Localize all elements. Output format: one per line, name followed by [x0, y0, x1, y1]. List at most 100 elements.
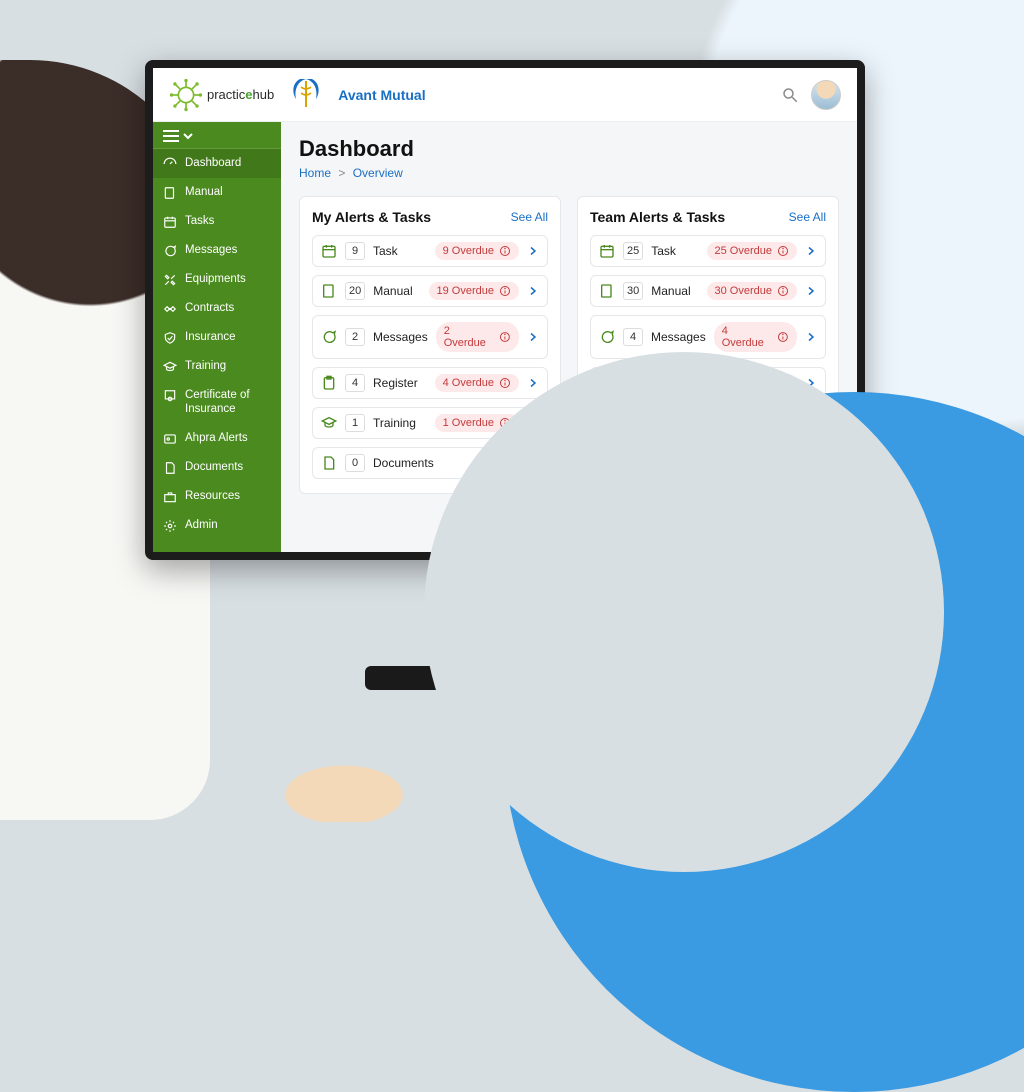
briefcase-icon: [163, 490, 177, 504]
sidebar-item-label: Contracts: [185, 301, 234, 315]
alert-row-task[interactable]: 25Task25 Overdue: [590, 235, 826, 267]
alert-count: 4: [623, 328, 643, 346]
gauge-icon: [163, 157, 177, 171]
alert-label: Training: [373, 416, 427, 430]
sidebar-item-messages[interactable]: Messages: [153, 236, 281, 265]
sidebar-item-resources[interactable]: Resources: [153, 482, 281, 511]
sidebar-item-tasks[interactable]: Tasks: [153, 207, 281, 236]
see-all-link[interactable]: See All: [511, 210, 548, 224]
calendar-icon: [321, 243, 337, 259]
sidebar-item-training[interactable]: Training: [153, 352, 281, 381]
alert-row-messages[interactable]: 2Messages2 Overdue: [312, 315, 548, 359]
chev-right: [527, 377, 539, 389]
overdue-pill: 9 Overdue: [435, 242, 519, 260]
overdue-pill: 2 Overdue: [436, 322, 519, 352]
alert-count: 30: [623, 282, 643, 300]
id-icon: [163, 432, 177, 446]
sidebar-item-ahpra-alerts[interactable]: Ahpra Alerts: [153, 424, 281, 453]
sidebar-item-manual[interactable]: Manual: [153, 178, 281, 207]
see-all-link[interactable]: See All: [789, 210, 826, 224]
info-icon: [499, 245, 511, 257]
overdue-pill: 19 Overdue: [429, 282, 519, 300]
alert-label: Manual: [373, 284, 420, 298]
calendar-icon: [163, 215, 177, 229]
chev-right: [527, 285, 539, 297]
chevron-down-icon: [183, 131, 193, 141]
sidebar-item-admin[interactable]: Admin: [153, 511, 281, 540]
alert-label: Task: [651, 244, 698, 258]
sidebar-item-label: Ahpra Alerts: [185, 431, 248, 445]
chev-right: [805, 331, 817, 343]
info-icon: [499, 285, 511, 297]
overdue-pill: 4 Overdue: [435, 374, 519, 392]
book-icon: [163, 186, 177, 200]
book-icon: [321, 283, 337, 299]
sidebar-item-label: Certificate of Insurance: [185, 388, 271, 417]
page-title: Dashboard: [299, 136, 839, 162]
search-icon[interactable]: [781, 86, 799, 104]
alert-row-manual[interactable]: 30Manual30 Overdue: [590, 275, 826, 307]
chev-right: [527, 331, 539, 343]
sidebar-item-contracts[interactable]: Contracts: [153, 294, 281, 323]
crumb-separator: >: [338, 166, 345, 180]
chat-icon: [599, 329, 615, 345]
alert-label: Messages: [373, 330, 428, 344]
sidebar-item-label: Manual: [185, 185, 223, 199]
grad-cap-icon: [163, 360, 177, 374]
hamburger-icon: [163, 130, 179, 142]
sidebar-item-dashboard[interactable]: Dashboard: [153, 149, 281, 178]
tools-icon: [163, 273, 177, 287]
sidebar-item-insurance[interactable]: Insurance: [153, 323, 281, 352]
sidebar-item-equipments[interactable]: Equipments: [153, 265, 281, 294]
alert-count: 4: [345, 374, 365, 392]
alert-count: 9: [345, 242, 365, 260]
gear-icon: [163, 519, 177, 533]
sidebar-item-documents[interactable]: Documents: [153, 453, 281, 482]
app-header: practicehub Avant Mutual: [153, 68, 857, 122]
doc-icon: [163, 461, 177, 475]
sidebar-item-label: Dashboard: [185, 156, 241, 170]
handshake-icon: [163, 302, 177, 316]
alert-row-manual[interactable]: 20 Manual 19 Overdue: [312, 275, 548, 307]
brand-text: practicehub: [207, 87, 274, 102]
shield-icon: [163, 331, 177, 345]
certificate-icon: [163, 389, 177, 403]
breadcrumb: Home > Overview: [299, 166, 839, 180]
doc-icon: [321, 455, 337, 471]
alert-count: 0: [345, 454, 365, 472]
org-crest-icon: [286, 75, 326, 115]
app-logo[interactable]: practicehub: [169, 78, 274, 112]
panel-title: My Alerts & Tasks: [312, 209, 431, 225]
alert-label: Task: [373, 244, 427, 258]
info-icon: [777, 245, 789, 257]
info-icon: [777, 285, 789, 297]
org-name[interactable]: Avant Mutual: [338, 87, 425, 103]
sidebar-item-label: Equipments: [185, 272, 246, 286]
sidebar-item-label: Tasks: [185, 214, 214, 228]
sidebar-item-label: Admin: [185, 518, 218, 532]
overdue-pill: 30 Overdue: [707, 282, 797, 300]
clipboard-icon: [321, 375, 337, 391]
panel-title: Team Alerts & Tasks: [590, 209, 725, 225]
crumb-current[interactable]: Overview: [353, 166, 403, 180]
chat-icon: [321, 329, 337, 345]
alert-count: 25: [623, 242, 643, 260]
sidebar-item-label: Messages: [185, 243, 237, 257]
alert-label: Messages: [651, 330, 706, 344]
alert-count: 20: [345, 282, 365, 300]
alert-row-task[interactable]: 9 Task 9 Overdue: [312, 235, 548, 267]
overdue-pill: 4 Overdue: [714, 322, 797, 352]
user-avatar[interactable]: [811, 80, 841, 110]
hub-icon: [169, 78, 203, 112]
sidebar-item-label: Insurance: [185, 330, 236, 344]
sidebar-toggle[interactable]: [153, 124, 281, 149]
grad-cap-icon: [321, 415, 337, 431]
info-icon: [499, 377, 511, 389]
crumb-home[interactable]: Home: [299, 166, 331, 180]
sidebar-item-label: Documents: [185, 460, 243, 474]
sidebar: Dashboard Manual Tasks Messages Equipments Co…: [153, 122, 281, 552]
alert-row-register[interactable]: 4Register4 Overdue: [312, 367, 548, 399]
sidebar-item-certificate-of-insurance[interactable]: Certificate of Insurance: [153, 381, 281, 424]
alert-count: 1: [345, 414, 365, 432]
calendar-icon: [599, 243, 615, 259]
